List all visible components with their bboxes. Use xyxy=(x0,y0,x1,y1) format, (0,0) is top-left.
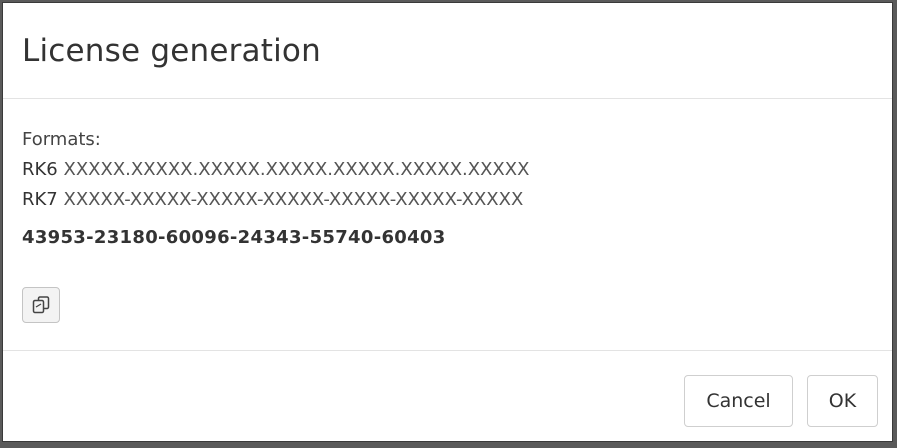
dialog-body: Formats: RK6 XXXXX.XXXXX.XXXXX.XXXXX.XXX… xyxy=(3,99,892,351)
dialog-title: License generation xyxy=(22,32,321,69)
copy-button[interactable] xyxy=(22,287,60,323)
format-pattern: XXXXX.XXXXX.XXXXX.XXXXX.XXXXX.XXXXX.XXXX… xyxy=(63,159,530,180)
format-pattern: XXXXX-XXXXX-XXXXX-XXXXX-XXXXX-XXXXX-XXXX… xyxy=(63,189,524,210)
format-prefix: RK6 xyxy=(22,159,58,180)
formats-label: Formats: xyxy=(22,129,101,150)
dialog-header: License generation xyxy=(3,3,892,99)
license-key: 43953-23180-60096-24343-55740-60403 xyxy=(22,227,446,248)
license-generation-dialog: License generation Formats: RK6 XXXXX.XX… xyxy=(2,2,893,442)
ok-button[interactable]: OK xyxy=(807,375,878,427)
format-line-rk6: RK6 XXXXX.XXXXX.XXXXX.XXXXX.XXXXX.XXXXX.… xyxy=(22,155,892,185)
format-prefix: RK7 xyxy=(22,189,58,210)
format-line-rk7: RK7 XXXXX-XXXXX-XXXXX-XXXXX-XXXXX-XXXXX-… xyxy=(22,185,892,215)
cancel-button[interactable]: Cancel xyxy=(684,375,793,427)
copy-icon xyxy=(32,296,50,314)
dialog-footer: Cancel OK xyxy=(3,351,892,441)
